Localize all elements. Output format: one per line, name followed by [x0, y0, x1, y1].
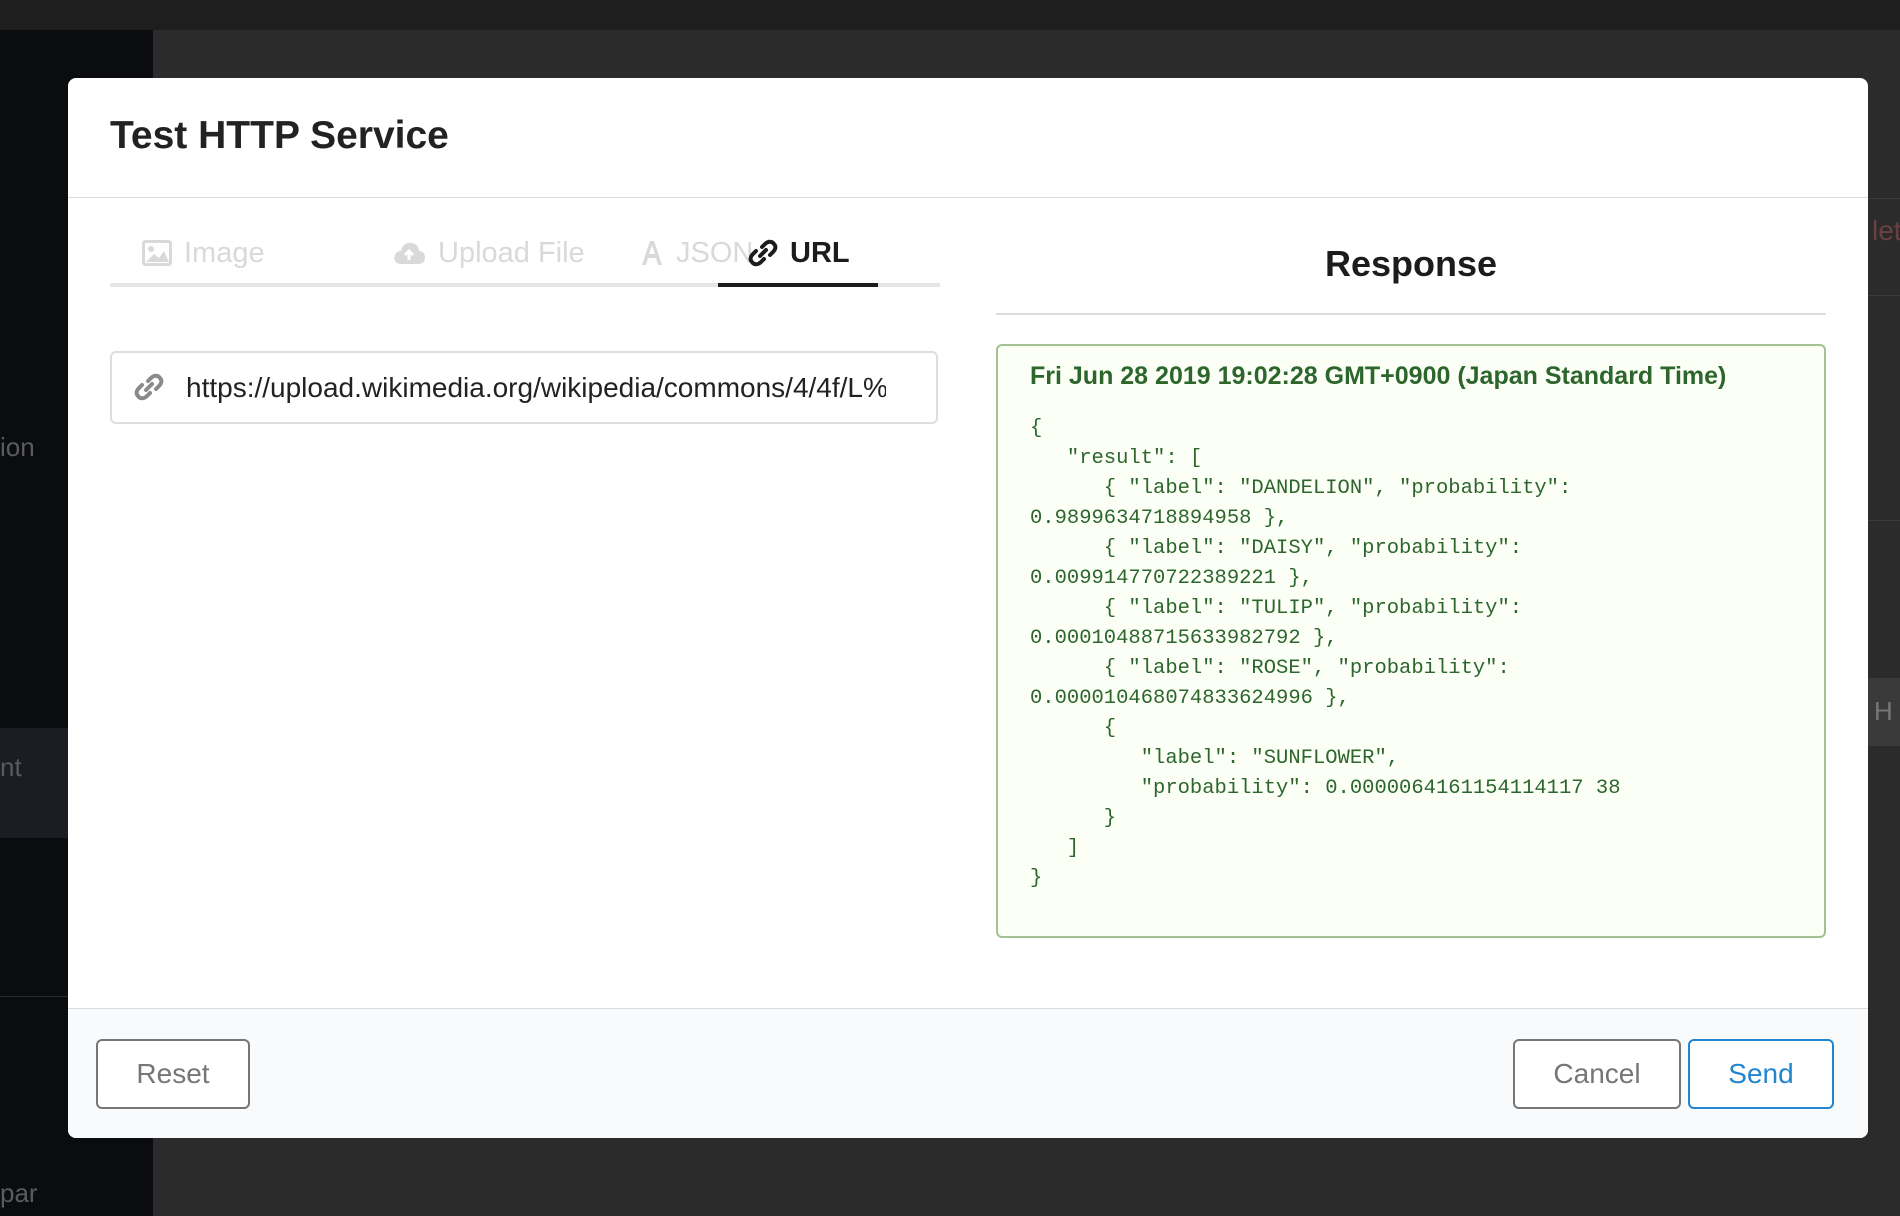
background-divider: [1868, 295, 1900, 296]
image-icon: [142, 240, 172, 266]
response-divider: [996, 313, 1826, 315]
tab-url[interactable]: URL: [748, 223, 850, 283]
background-delete-label: let: [1872, 215, 1900, 246]
background-divider: [1868, 520, 1900, 521]
test-http-service-modal: Test HTTP Service Image Upload File JSON: [68, 78, 1868, 1138]
modal-footer: Reset Cancel Send: [68, 1008, 1868, 1138]
url-input[interactable]: [186, 353, 886, 422]
cloud-upload-icon: [394, 242, 425, 264]
tab-json-label: JSON: [676, 236, 754, 269]
tab-upload-file-label: Upload File: [438, 236, 585, 269]
link-icon: [134, 373, 164, 401]
modal-header: Test HTTP Service: [68, 78, 1868, 198]
tab-url-label: URL: [790, 236, 850, 269]
tab-json[interactable]: JSON: [640, 223, 753, 283]
background-topbar: [0, 0, 1900, 30]
active-tab-indicator: [718, 283, 878, 287]
tab-image[interactable]: Image: [142, 223, 265, 283]
send-button[interactable]: Send: [1688, 1039, 1834, 1109]
url-field: [110, 351, 938, 424]
background-sidebar-label: ion: [0, 432, 35, 462]
background-button-label: H: [1874, 696, 1893, 726]
font-icon: [642, 241, 662, 265]
background-button: H: [1866, 678, 1900, 746]
tab-upload-file[interactable]: Upload File: [392, 223, 585, 283]
background-divider: [1868, 198, 1900, 199]
response-body: { "result": [ { "label": "DANDELION", "p…: [1030, 417, 1621, 890]
input-type-tabs: Image Upload File JSON URL: [110, 223, 940, 287]
response-title: Response: [1324, 243, 1498, 284]
background-sidebar-label: nt: [0, 752, 22, 782]
link-icon: [748, 239, 778, 267]
modal-title: Test HTTP Service: [110, 114, 449, 157]
cancel-button[interactable]: Cancel: [1513, 1039, 1681, 1109]
response-message: Fri Jun 28 2019 19:02:28 GMT+0900 (Japan…: [996, 344, 1826, 938]
background-sidebar-label: par: [0, 1178, 38, 1208]
reset-button[interactable]: Reset: [96, 1039, 250, 1109]
response-timestamp: Fri Jun 28 2019 19:02:28 GMT+0900 (Japan…: [1030, 362, 1727, 390]
tab-image-label: Image: [184, 236, 265, 269]
